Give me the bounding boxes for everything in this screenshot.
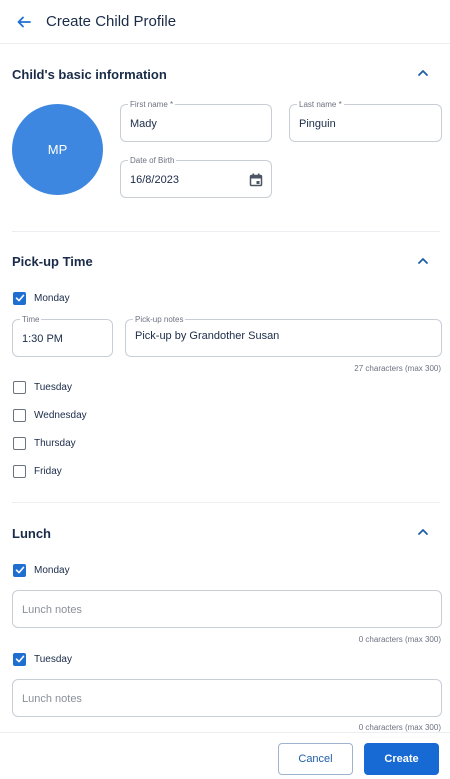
lunch-monday-checkbox[interactable]: Monday: [13, 562, 70, 578]
pickup-notes-field[interactable]: Pick-up notes Pick-up by Grandother Susa…: [125, 315, 442, 357]
chevron-up-icon: [418, 70, 428, 76]
checkbox-unchecked-icon: [13, 464, 26, 478]
first-name-field[interactable]: First name * Mady: [120, 100, 272, 142]
pickup-time-value: 1:30 PM: [22, 333, 63, 345]
section-title-lunch: Lunch: [12, 526, 51, 541]
date-of-birth-label: Date of Birth: [128, 156, 177, 165]
first-name-value: Mady: [130, 118, 157, 130]
pickup-wednesday-label: Wednesday: [34, 409, 87, 421]
last-name-value: Pinguin: [299, 118, 336, 130]
pickup-tuesday-label: Tuesday: [34, 381, 72, 393]
app-header: Create Child Profile: [0, 0, 450, 44]
checkbox-checked-icon: [13, 291, 26, 305]
pickup-notes-value: Pick-up by Grandother Susan: [135, 330, 280, 342]
date-of-birth-value: 16/8/2023: [130, 174, 179, 186]
checkbox-checked-icon: [13, 652, 26, 666]
checkbox-unchecked-icon: [13, 408, 26, 422]
lunch-monday-label: Monday: [34, 564, 70, 576]
section-title-pickup: Pick-up Time: [12, 254, 93, 269]
lunch-monday-notes-counter: 0 characters (max 300): [358, 635, 441, 644]
lunch-tuesday-checkbox[interactable]: Tuesday: [13, 651, 72, 667]
pickup-monday-checkbox[interactable]: Monday: [13, 290, 70, 306]
checkbox-unchecked-icon: [13, 380, 26, 394]
lunch-tuesday-label: Tuesday: [34, 653, 72, 665]
avatar[interactable]: MP: [12, 104, 103, 195]
pickup-notes-counter: 27 characters (max 300): [354, 364, 441, 373]
chevron-up-icon: [418, 258, 428, 264]
last-name-label: Last name *: [297, 100, 344, 109]
collapse-lunch-button[interactable]: [413, 522, 433, 542]
pickup-monday-label: Monday: [34, 292, 70, 304]
section-divider: [12, 502, 440, 503]
avatar-initials: MP: [47, 142, 68, 157]
lunch-monday-notes-field[interactable]: Lunch notes: [12, 590, 442, 628]
lunch-monday-notes-placeholder: Lunch notes: [22, 604, 82, 616]
section-title-basic-info: Child's basic information: [12, 67, 167, 82]
first-name-label: First name *: [128, 100, 176, 109]
page-title: Create Child Profile: [46, 13, 177, 30]
pickup-friday-checkbox[interactable]: Friday: [13, 463, 62, 479]
checkbox-unchecked-icon: [13, 436, 26, 450]
pickup-wednesday-checkbox[interactable]: Wednesday: [13, 407, 87, 423]
pickup-time-label: Time: [20, 315, 42, 324]
pickup-tuesday-checkbox[interactable]: Tuesday: [13, 379, 72, 395]
pickup-time-field[interactable]: Time 1:30 PM: [12, 315, 113, 357]
lunch-tuesday-notes-counter: 0 characters (max 300): [358, 723, 441, 732]
pickup-thursday-label: Thursday: [34, 437, 76, 449]
lunch-tuesday-notes-field[interactable]: Lunch notes: [12, 679, 442, 717]
pickup-friday-label: Friday: [34, 465, 62, 477]
create-button[interactable]: Create: [364, 743, 439, 775]
section-divider: [12, 231, 440, 232]
date-of-birth-field[interactable]: Date of Birth 16/8/2023: [120, 156, 272, 198]
pickup-notes-label: Pick-up notes: [133, 315, 186, 324]
collapse-pickup-button[interactable]: [413, 251, 433, 271]
arrow-left-icon: [17, 16, 31, 28]
lunch-tuesday-notes-placeholder: Lunch notes: [22, 693, 82, 705]
checkbox-checked-icon: [13, 563, 26, 577]
cancel-button[interactable]: Cancel: [278, 743, 353, 775]
back-button[interactable]: [12, 10, 36, 34]
calendar-icon[interactable]: [249, 173, 263, 187]
last-name-field[interactable]: Last name * Pinguin: [289, 100, 442, 142]
chevron-up-icon: [418, 529, 428, 535]
collapse-basic-info-button[interactable]: [413, 63, 433, 83]
pickup-thursday-checkbox[interactable]: Thursday: [13, 435, 76, 451]
